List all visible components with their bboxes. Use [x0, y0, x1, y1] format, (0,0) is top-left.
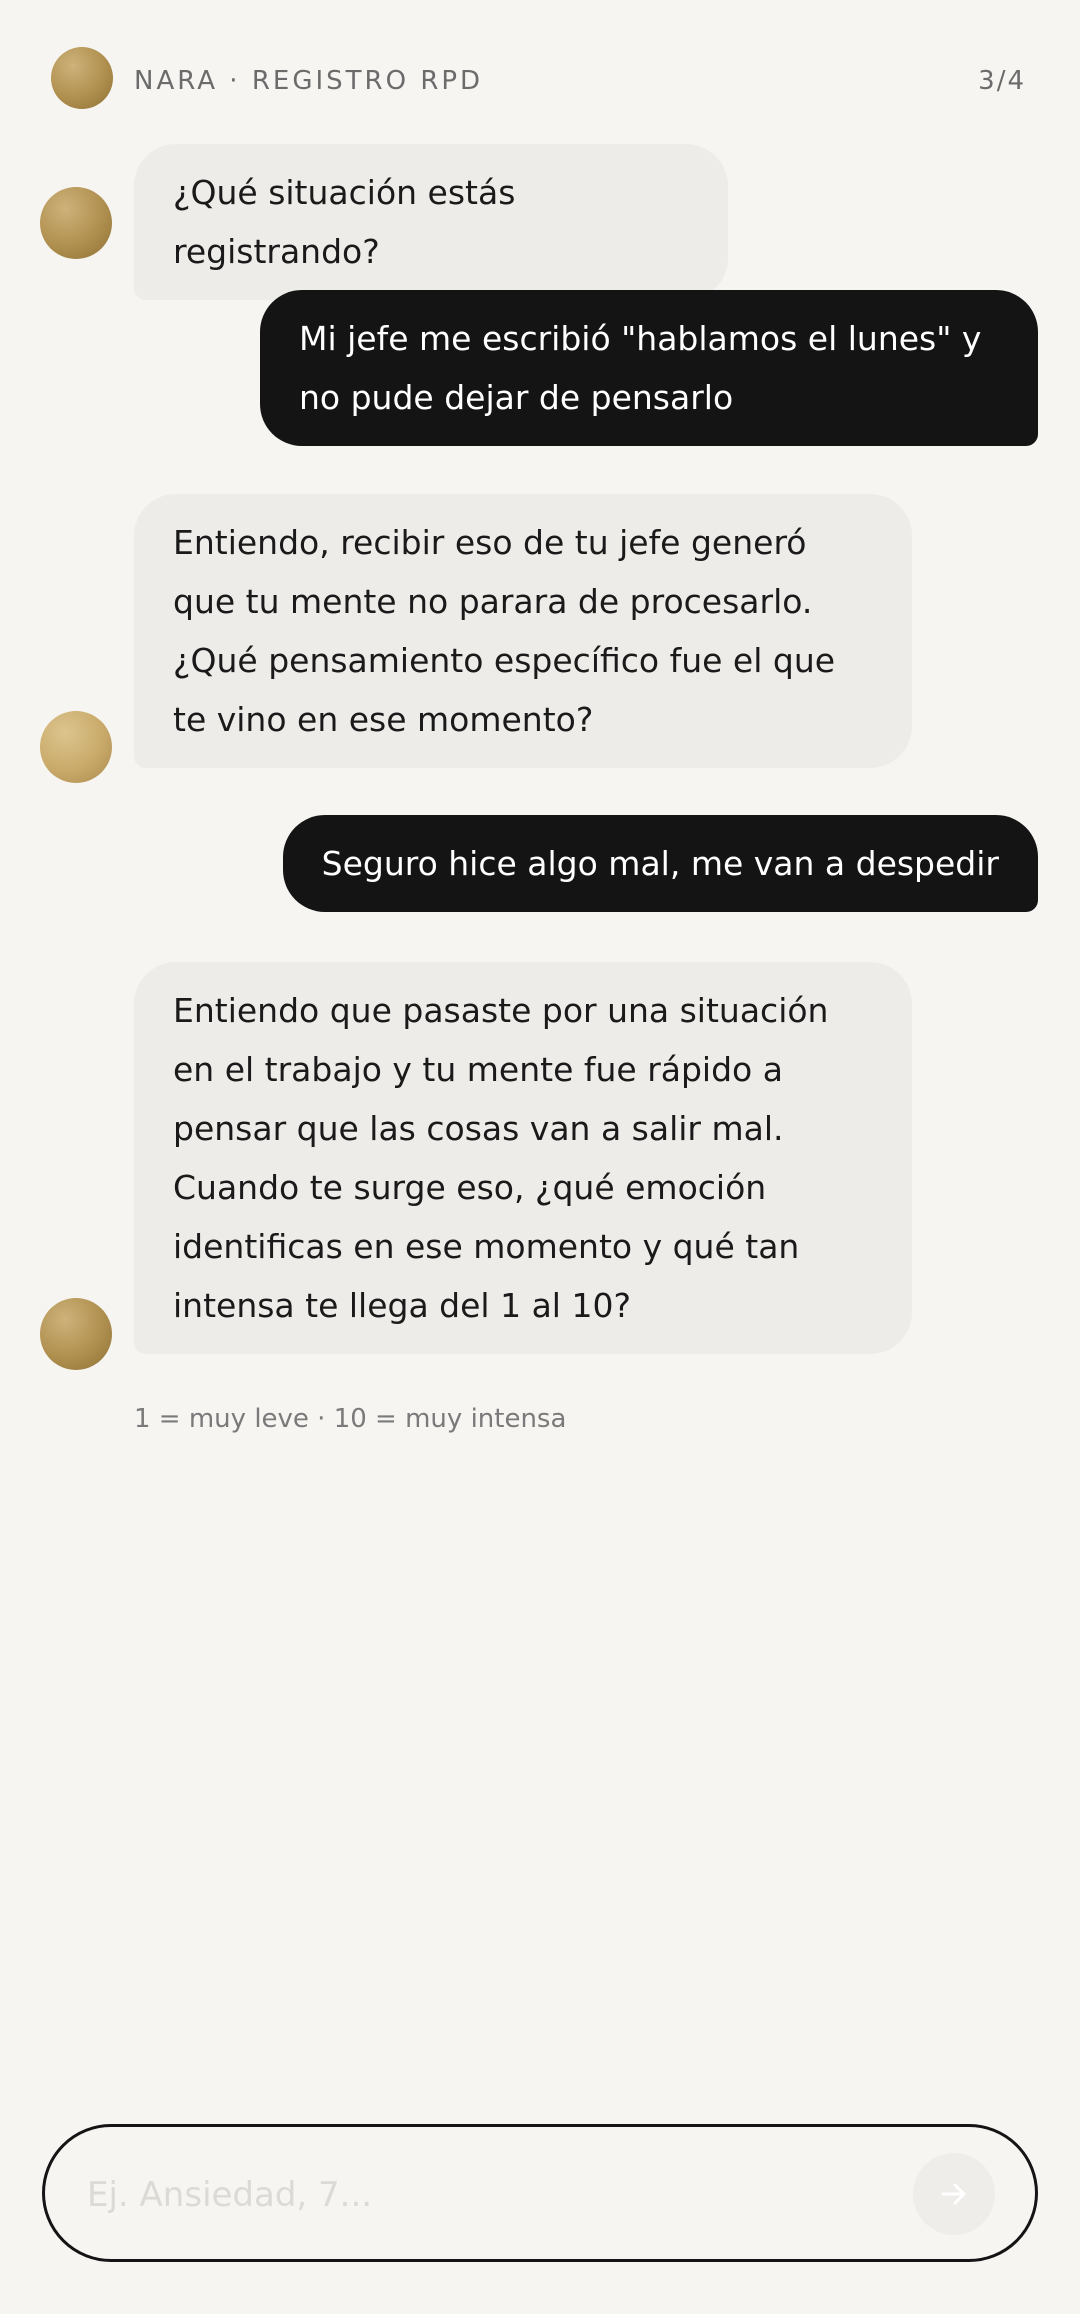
bot-avatar: [40, 1298, 112, 1370]
scale-hint: 1 = muy leve · 10 = muy intensa: [134, 1404, 567, 1434]
user-message: Mi jefe me escribió "hablamos el lunes" …: [260, 290, 1038, 446]
message-composer: [42, 2124, 1038, 2262]
header-title: NARA · REGISTRO RPD: [134, 66, 484, 96]
step-indicator: 3/4: [978, 66, 1026, 96]
bot-message: ¿Qué situación estás registrando?: [134, 144, 728, 300]
send-button[interactable]: [913, 2153, 995, 2235]
arrow-right-icon: [941, 2183, 966, 2205]
bot-message: Entiendo que pasaste por una situación e…: [134, 962, 912, 1354]
bot-message: Entiendo, recibir eso de tu jefe generó …: [134, 494, 912, 768]
emotion-input[interactable]: [85, 2159, 909, 2231]
user-message: Seguro hice algo mal, me van a despedir: [282, 815, 1038, 912]
bot-avatar: [40, 711, 112, 783]
header-avatar: [51, 47, 113, 109]
bot-avatar: [40, 187, 112, 259]
